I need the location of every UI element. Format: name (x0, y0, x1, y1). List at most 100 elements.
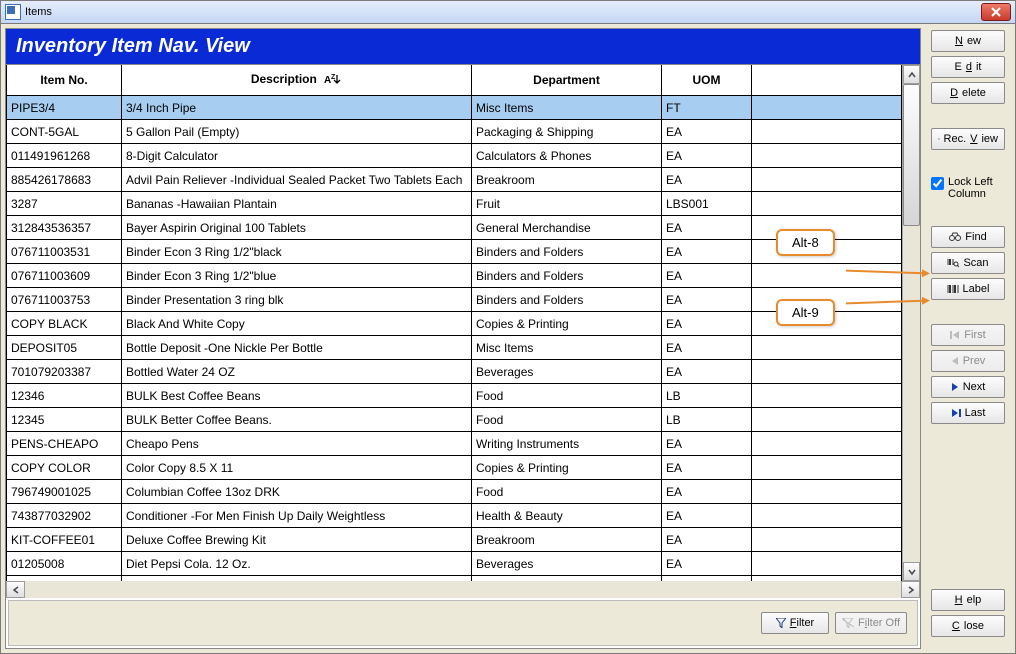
cell-item: DEPOSIT05 (7, 336, 122, 360)
cell-dept: Fruit (472, 192, 662, 216)
window-title: Items (25, 6, 981, 18)
cell-item: 3287 (7, 192, 122, 216)
cell-blank (752, 552, 902, 576)
filter-button[interactable]: Filter (761, 612, 829, 634)
table-row[interactable]: 312843536357Bayer Aspirin Original 100 T… (7, 216, 902, 240)
cell-item: 796749001025 (7, 480, 122, 504)
find-button[interactable]: Find (931, 226, 1005, 248)
table-row[interactable]: 076711003531Binder Econ 3 Ring 1/2"black… (7, 240, 902, 264)
prev-button[interactable]: Prev (931, 350, 1005, 372)
lock-left-column-checkbox[interactable]: Lock Left Column (931, 176, 1005, 200)
chevron-up-icon (908, 71, 916, 79)
table-row[interactable]: COPY COLORColor Copy 8.5 X 11Copies & Pr… (7, 456, 902, 480)
new-button[interactable]: New (931, 30, 1005, 52)
table-row[interactable]: 3287Bananas -Hawaiian PlantainFruitLBS00… (7, 192, 902, 216)
cell-blank (752, 144, 902, 168)
barcode-icon (947, 284, 959, 294)
scroll-down-button[interactable] (903, 562, 920, 581)
table-row[interactable]: DEPOSIT05Bottle Deposit -One Nickle Per … (7, 336, 902, 360)
col-header-description[interactable]: Description A Z (122, 65, 472, 96)
table-row[interactable]: 701079203387Bottled Water 24 OZBeverages… (7, 360, 902, 384)
cell-item: 701079203387 (7, 360, 122, 384)
cell-desc: BULK Best Coffee Beans (122, 384, 472, 408)
cell-item: PENS-CHEAPO (7, 432, 122, 456)
cell-item: KIT-COFFEE01 (7, 528, 122, 552)
cell-item: PIPE3/4 (7, 96, 122, 120)
side-button-panel: New Edit Delete Rec. View Lock Left Colu… (925, 28, 1011, 649)
table-row[interactable]: 0114919612688-Digit CalculatorCalculator… (7, 144, 902, 168)
table-row[interactable]: 796749001025Columbian Coffee 13oz DRKFoo… (7, 480, 902, 504)
funnel-icon (776, 618, 786, 628)
filter-label: ilter (797, 617, 815, 629)
table-row[interactable]: 12346BULK Best Coffee BeansFoodLB (7, 384, 902, 408)
first-icon (950, 331, 960, 339)
cell-desc: Bayer Aspirin Original 100 Tablets (122, 216, 472, 240)
help-button[interactable]: Help (931, 589, 1005, 611)
scroll-thumb[interactable] (903, 84, 920, 226)
cell-desc: 8-Digit Calculator (122, 144, 472, 168)
first-button[interactable]: First (931, 324, 1005, 346)
cell-blank (752, 96, 902, 120)
table-row[interactable]: 01205008Diet Pepsi Cola. 12 Oz.Beverages… (7, 552, 902, 576)
horizontal-scrollbar[interactable] (6, 581, 920, 598)
cell-blank (752, 120, 902, 144)
last-button[interactable]: Last (931, 402, 1005, 424)
cell-uom: EA (662, 216, 752, 240)
cell-desc: 5 Gallon Pail (Empty) (122, 120, 472, 144)
cell-item: 12345 (7, 408, 122, 432)
binoculars-icon (949, 232, 961, 242)
edit-button[interactable]: Edit (931, 56, 1005, 78)
close-button[interactable]: Close (931, 615, 1005, 637)
cell-dept: Copies & Printing (472, 456, 662, 480)
table-row[interactable]: 885426178683Advil Pain Reliever -Individ… (7, 168, 902, 192)
col-header-uom[interactable]: UOM (662, 65, 752, 96)
table-row[interactable]: PENS-CHEAPOCheapo PensWriting Instrument… (7, 432, 902, 456)
cell-uom: EA (662, 360, 752, 384)
cell-desc: Color Copy 8.5 X 11 (122, 456, 472, 480)
window-close-button[interactable] (981, 3, 1011, 21)
cell-uom: EA (662, 312, 752, 336)
page-title: Inventory Item Nav. View (6, 29, 920, 64)
cell-blank (752, 528, 902, 552)
cell-dept: Binders and Folders (472, 240, 662, 264)
delete-button[interactable]: Delete (931, 82, 1005, 104)
cell-desc: Binder Presentation 3 ring blk (122, 288, 472, 312)
svg-text:Z: Z (331, 74, 336, 81)
cell-blank (752, 360, 902, 384)
cell-item: 312843536357 (7, 216, 122, 240)
col-header-item[interactable]: Item No. (7, 65, 122, 96)
scroll-track[interactable] (903, 84, 920, 562)
table-row[interactable]: 076711003753Binder Presentation 3 ring b… (7, 288, 902, 312)
scroll-left-button[interactable] (6, 581, 25, 598)
rec-view-button[interactable]: Rec. View (931, 128, 1005, 150)
table-row[interactable]: 076711003609Binder Econ 3 Ring 1/2"blueB… (7, 264, 902, 288)
hscroll-track[interactable] (25, 581, 901, 598)
table-row[interactable]: 743877032902Conditioner -For Men Finish … (7, 504, 902, 528)
cell-dept: Binders and Folders (472, 288, 662, 312)
cell-uom: LBS001 (662, 192, 752, 216)
table-row[interactable]: PIPE3/43/4 Inch PipeMisc ItemsFT (7, 96, 902, 120)
filter-panel: Filter Filter Off (8, 600, 918, 646)
label-button[interactable]: Label (931, 278, 1005, 300)
table-row[interactable]: 12345BULK Better Coffee Beans.FoodLB (7, 408, 902, 432)
cell-desc: Cheapo Pens (122, 432, 472, 456)
table-row[interactable]: COPY BLACKBlack And White CopyCopies & P… (7, 312, 902, 336)
scan-button[interactable]: Scan (931, 252, 1005, 274)
lock-left-checkbox-input[interactable] (931, 177, 944, 190)
cell-dept: Copies & Printing (472, 312, 662, 336)
cell-dept: Beverages (472, 552, 662, 576)
cell-uom: EA (662, 480, 752, 504)
cell-blank (752, 192, 902, 216)
barcode-search-icon (947, 258, 959, 268)
vertical-scrollbar[interactable] (902, 65, 920, 581)
cell-dept: Food (472, 384, 662, 408)
filter-off-button[interactable]: Filter Off (835, 612, 907, 634)
next-button[interactable]: Next (931, 376, 1005, 398)
table-row[interactable]: CONT-5GAL5 Gallon Pail (Empty)Packaging … (7, 120, 902, 144)
table-row[interactable]: KIT-COFFEE01Deluxe Coffee Brewing KitBre… (7, 528, 902, 552)
items-window: Items Inventory Item Nav. View (0, 0, 1016, 654)
scroll-right-button[interactable] (901, 581, 920, 598)
col-header-department[interactable]: Department (472, 65, 662, 96)
chevron-down-icon (908, 568, 916, 576)
scroll-up-button[interactable] (903, 65, 920, 84)
